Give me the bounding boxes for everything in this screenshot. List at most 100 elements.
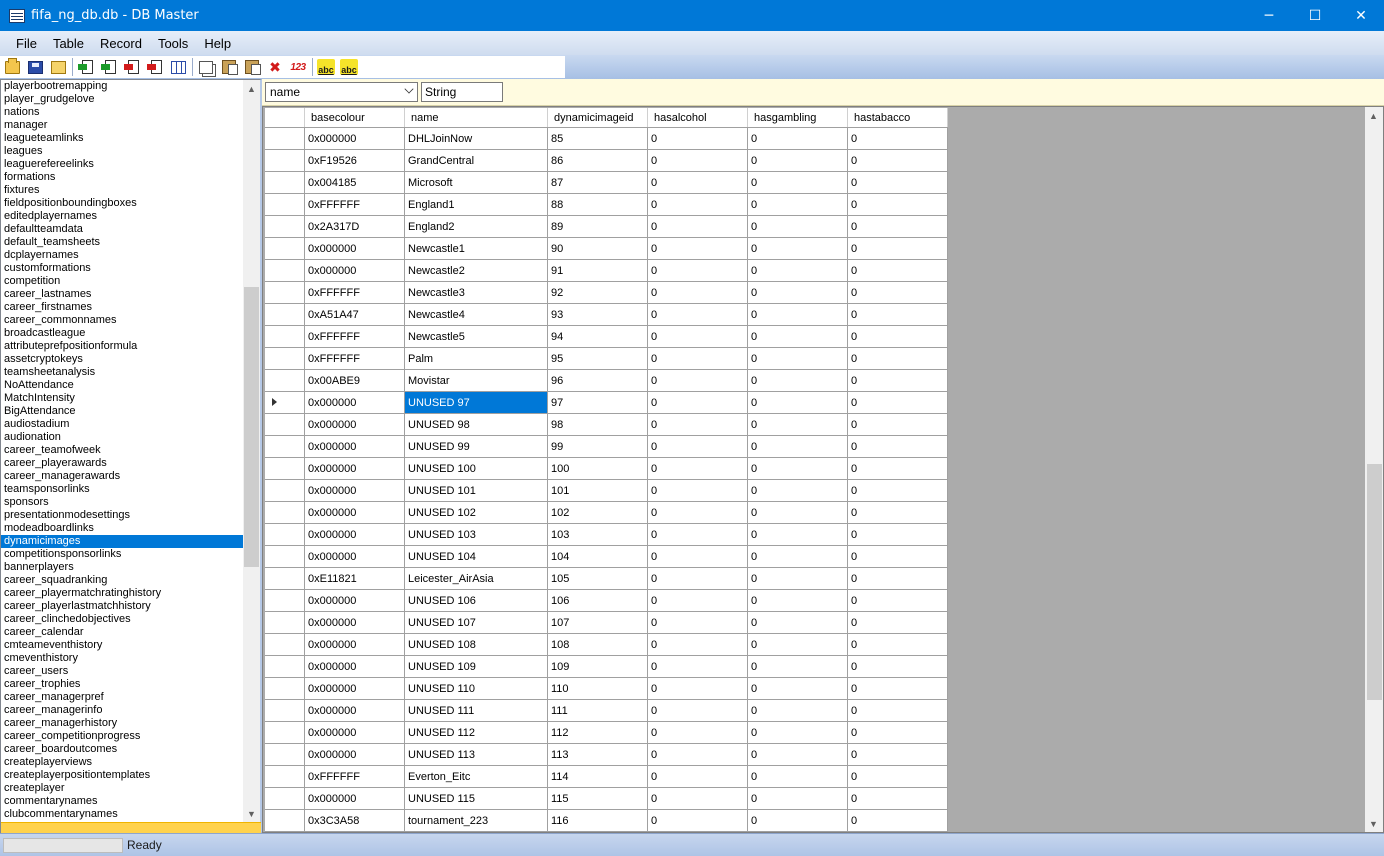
row-selector[interactable]	[265, 128, 305, 149]
cell-hasalcohol[interactable]: 0	[648, 282, 748, 303]
cell-hastabacco[interactable]: 0	[848, 502, 948, 523]
table-list-item[interactable]: career_teamofweek	[1, 444, 243, 457]
cell-hastabacco[interactable]: 0	[848, 656, 948, 677]
cell-name[interactable]: GrandCentral	[405, 150, 548, 171]
column-header-hasgambling[interactable]: hasgambling	[748, 108, 848, 127]
cell-name[interactable]: UNUSED 100	[405, 458, 548, 479]
row-selector[interactable]	[265, 502, 305, 523]
table-list-item[interactable]: createplayer	[1, 782, 243, 795]
cell-name[interactable]: Newcastle1	[405, 238, 548, 259]
cell-basecolour[interactable]: 0xE11821	[305, 568, 405, 589]
table-row[interactable]: 0x000000 DHLJoinNow 85 0 0 0	[265, 128, 948, 150]
cell-hastabacco[interactable]: 0	[848, 304, 948, 325]
cell-name[interactable]: UNUSED 113	[405, 744, 548, 765]
table-row[interactable]: 0xA51A47 Newcastle4 93 0 0 0	[265, 304, 948, 326]
cell-dynamicimageid[interactable]: 96	[548, 370, 648, 391]
scroll-up-icon[interactable]: ▲	[1365, 107, 1382, 124]
table-row[interactable]: 0x000000 UNUSED 109 109 0 0 0	[265, 656, 948, 678]
table-row[interactable]: 0x000000 UNUSED 107 107 0 0 0	[265, 612, 948, 634]
cell-hasalcohol[interactable]: 0	[648, 172, 748, 193]
cell-hasalcohol[interactable]: 0	[648, 810, 748, 831]
cell-dynamicimageid[interactable]: 116	[548, 810, 648, 831]
table-row[interactable]: 0x000000 UNUSED 106 106 0 0 0	[265, 590, 948, 612]
row-selector[interactable]	[265, 678, 305, 699]
cell-name[interactable]: UNUSED 104	[405, 546, 548, 567]
cell-hastabacco[interactable]: 0	[848, 414, 948, 435]
row-selector[interactable]	[265, 392, 305, 413]
cell-name[interactable]: Newcastle4	[405, 304, 548, 325]
cell-hasalcohol[interactable]: 0	[648, 744, 748, 765]
table-list-item[interactable]: career_firstnames	[1, 301, 243, 314]
row-selector[interactable]	[265, 810, 305, 831]
cell-hasgambling[interactable]: 0	[748, 150, 848, 171]
row-selector[interactable]	[265, 194, 305, 215]
table-list-item[interactable]: career_managerawards	[1, 470, 243, 483]
spellcheck-all-button[interactable]: abc	[339, 57, 359, 77]
table-list-item[interactable]: playerbootremapping	[1, 80, 243, 93]
cell-basecolour[interactable]: 0x000000	[305, 590, 405, 611]
cell-name[interactable]: Microsoft	[405, 172, 548, 193]
cell-hasalcohol[interactable]: 0	[648, 216, 748, 237]
cell-basecolour[interactable]: 0x000000	[305, 458, 405, 479]
column-header-name[interactable]: name	[405, 108, 548, 127]
table-list-item[interactable]: sponsors	[1, 496, 243, 509]
cell-name[interactable]: Movistar	[405, 370, 548, 391]
table-list-item[interactable]: career_managerpref	[1, 691, 243, 704]
cell-hasalcohol[interactable]: 0	[648, 766, 748, 787]
cell-dynamicimageid[interactable]: 104	[548, 546, 648, 567]
table-list-item[interactable]: cmteameventhistory	[1, 639, 243, 652]
cell-hasalcohol[interactable]: 0	[648, 590, 748, 611]
table-list-item[interactable]: manager	[1, 119, 243, 132]
cell-name[interactable]: UNUSED 106	[405, 590, 548, 611]
save-button[interactable]	[25, 57, 45, 77]
menu-table[interactable]: Table	[45, 36, 92, 51]
table-list-item[interactable]: NoAttendance	[1, 379, 243, 392]
cell-hastabacco[interactable]: 0	[848, 722, 948, 743]
table-list-item[interactable]: career_commonnames	[1, 314, 243, 327]
table-row[interactable]: 0xE11821 Leicester_AirAsia 105 0 0 0	[265, 568, 948, 590]
cell-name[interactable]: UNUSED 103	[405, 524, 548, 545]
row-selector[interactable]	[265, 326, 305, 347]
scroll-up-icon[interactable]: ▲	[243, 80, 260, 97]
row-selector[interactable]	[265, 634, 305, 655]
cell-name[interactable]: UNUSED 112	[405, 722, 548, 743]
cell-basecolour[interactable]: 0x000000	[305, 392, 405, 413]
cell-dynamicimageid[interactable]: 90	[548, 238, 648, 259]
table-list-item[interactable]: formations	[1, 171, 243, 184]
cell-name[interactable]: UNUSED 111	[405, 700, 548, 721]
cell-dynamicimageid[interactable]: 105	[548, 568, 648, 589]
cell-hasgambling[interactable]: 0	[748, 590, 848, 611]
import-button[interactable]	[76, 57, 96, 77]
cell-hastabacco[interactable]: 0	[848, 744, 948, 765]
cell-hastabacco[interactable]: 0	[848, 326, 948, 347]
cell-hastabacco[interactable]: 0	[848, 678, 948, 699]
cell-dynamicimageid[interactable]: 114	[548, 766, 648, 787]
table-list-item[interactable]: clubcommentarynames	[1, 808, 243, 821]
cell-hasgambling[interactable]: 0	[748, 480, 848, 501]
cell-name[interactable]: UNUSED 98	[405, 414, 548, 435]
table-row[interactable]: 0x2A317D England2 89 0 0 0	[265, 216, 948, 238]
table-row[interactable]: 0xF19526 GrandCentral 86 0 0 0	[265, 150, 948, 172]
copy-button[interactable]	[196, 57, 216, 77]
cell-hasgambling[interactable]: 0	[748, 744, 848, 765]
table-list-item[interactable]: leaguerefereelinks	[1, 158, 243, 171]
cell-hasgambling[interactable]: 0	[748, 546, 848, 567]
row-selector[interactable]	[265, 700, 305, 721]
cell-hasgambling[interactable]: 0	[748, 128, 848, 149]
cell-hastabacco[interactable]: 0	[848, 458, 948, 479]
open-button[interactable]	[2, 57, 22, 77]
cell-basecolour[interactable]: 0x000000	[305, 634, 405, 655]
cell-dynamicimageid[interactable]: 110	[548, 678, 648, 699]
table-list-item[interactable]: modeadboardlinks	[1, 522, 243, 535]
cell-basecolour[interactable]: 0x000000	[305, 238, 405, 259]
cell-basecolour[interactable]: 0xFFFFFF	[305, 194, 405, 215]
table-list-scrollbar[interactable]: ▲ ▼	[243, 80, 260, 822]
table-list-item[interactable]: career_managerhistory	[1, 717, 243, 730]
table-row[interactable]: 0x004185 Microsoft 87 0 0 0	[265, 172, 948, 194]
scroll-down-icon[interactable]: ▼	[1365, 815, 1382, 832]
column-header-hasalcohol[interactable]: hasalcohol	[648, 108, 748, 127]
cell-hasgambling[interactable]: 0	[748, 502, 848, 523]
cell-basecolour[interactable]: 0x000000	[305, 546, 405, 567]
cell-basecolour[interactable]: 0xFFFFFF	[305, 282, 405, 303]
row-selector[interactable]	[265, 480, 305, 501]
